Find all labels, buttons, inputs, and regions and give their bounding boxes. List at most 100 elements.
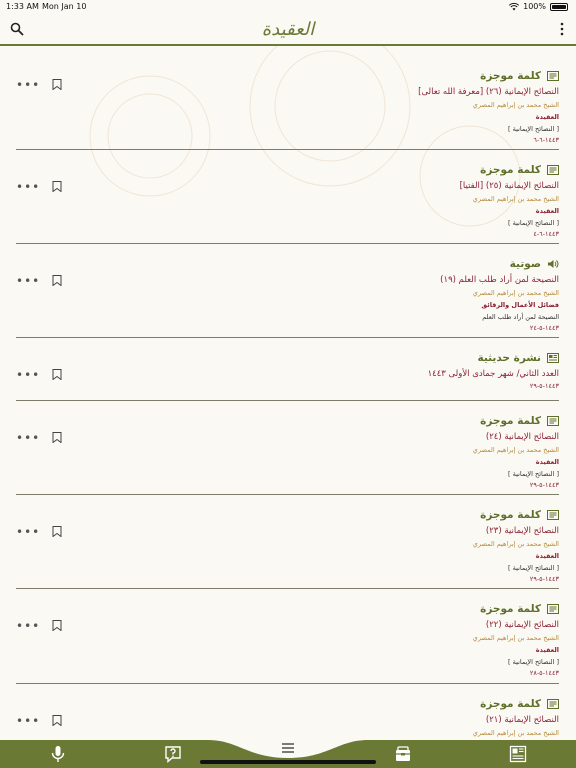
item-date: ١٤٤٣-٦-٤ [533,230,559,238]
battery-icon [550,2,568,11]
item-title[interactable]: النصائح الإيمانية (٢٤) [473,432,559,442]
item-author[interactable]: الشيخ محمد بن إبراهيم المصري [418,101,559,109]
bookmark-icon[interactable] [52,369,62,380]
text-doc-icon [547,416,559,426]
menu-icon[interactable] [279,740,297,758]
item-type-row: كلمة موجزة [473,696,559,712]
item-series[interactable]: [ النصائح الإيمانية ] [473,658,559,666]
bookmark-icon[interactable] [52,275,62,286]
item-actions: ••• [16,432,62,444]
more-options-icon[interactable]: ••• [16,275,40,287]
more-options-icon[interactable]: ••• [16,715,40,727]
app-logo: العقيدة [261,19,315,40]
item-series[interactable]: [ النصائح الإيمانية ] [460,219,559,227]
item-actions: ••• [16,715,62,727]
archive-icon[interactable] [394,745,412,763]
item-series[interactable]: [ النصائح الإيمانية ] [418,125,559,133]
item-content: كلمة موجزة النصائح الإيمانية (٢٦) [معرفة… [418,68,559,144]
item-title[interactable]: العدد الثاني/ شهر جمادى الأولى ١٤٤٣ [428,369,559,379]
item-author[interactable]: الشيخ محمد بن إبراهيم المصري [460,195,559,203]
content-list[interactable]: كلمة موجزة النصائح الإيمانية (٢٦) [معرفة… [0,48,576,740]
item-title[interactable]: النصائح الإيمانية (٢١) [473,715,559,725]
mic-icon[interactable] [49,745,67,763]
more-options-icon[interactable]: ••• [16,526,40,538]
more-vertical-icon[interactable] [558,22,566,36]
item-title[interactable]: النصيحة لمن أراد طلب العلم (١٩) [440,275,559,285]
item-type-row: نشرة حديثية [428,350,559,366]
item-date: ١٤٤٣-٥-٢٨ [529,669,559,677]
item-type-row: كلمة موجزة [460,162,559,178]
item-type: نشرة حديثية [477,352,541,364]
list-item[interactable]: كلمة موجزة النصائح الإيمانية (٢٣) الشيخ … [16,495,559,589]
item-author[interactable]: الشيخ محمد بن إبراهيم المصري [473,540,559,548]
item-category[interactable]: العقيدة [473,458,559,466]
item-author[interactable]: الشيخ محمد بن إبراهيم المصري [473,634,559,642]
more-options-icon[interactable]: ••• [16,369,40,381]
item-content: كلمة موجزة النصائح الإيمانية (٢٤) الشيخ … [473,413,559,489]
status-date: Mon Jan 10 [42,2,87,11]
item-series[interactable]: [ النصائح الإيمانية ] [473,470,559,478]
item-type-row: كلمة موجزة [418,68,559,84]
home-indicator [200,760,376,764]
list-item[interactable]: صوتية النصيحة لمن أراد طلب العلم (١٩) ال… [16,244,559,338]
more-options-icon[interactable]: ••• [16,181,40,193]
item-category[interactable]: العقيدة [473,552,559,560]
item-type: كلمة موجزة [480,698,541,710]
text-doc-icon [547,510,559,520]
item-content: كلمة موجزة النصائح الإيمانية (٢٢) الشيخ … [473,601,559,677]
item-series[interactable]: [ النصائح الإيمانية ] [473,564,559,572]
item-content: صوتية النصيحة لمن أراد طلب العلم (١٩) ال… [440,256,559,332]
item-title[interactable]: النصائح الإيمانية (٢٦) [معرفة الله تعالى… [418,87,559,97]
item-author[interactable]: الشيخ محمد بن إبراهيم المصري [440,289,559,297]
item-category[interactable]: العقيدة [460,207,559,215]
item-title[interactable]: النصائح الإيمانية (٢٢) [473,620,559,630]
text-doc-icon [547,699,559,709]
item-category[interactable]: العقيدة [418,113,559,121]
bookmark-icon[interactable] [52,620,62,631]
item-category[interactable]: فضائل الأعمال والرقائق [440,301,559,309]
newspaper-icon[interactable] [509,745,527,763]
app-header: العقيدة [0,14,576,46]
list-item[interactable]: كلمة موجزة النصائح الإيمانية (٢٥) [الفتي… [16,150,559,244]
item-series[interactable]: النصيحة لمن أراد طلب العلم [440,313,559,321]
item-type-row: كلمة موجزة [473,413,559,429]
item-type: كلمة موجزة [480,509,541,521]
item-date: ١٤٤٣-٥-٢٩ [529,382,559,390]
list-item[interactable]: نشرة حديثية العدد الثاني/ شهر جمادى الأو… [16,338,559,401]
item-content: نشرة حديثية العدد الثاني/ شهر جمادى الأو… [428,350,559,390]
more-options-icon[interactable]: ••• [16,620,40,632]
item-author[interactable]: الشيخ محمد بن إبراهيم المصري [473,446,559,454]
item-type: كلمة موجزة [480,415,541,427]
item-actions: ••• [16,526,62,538]
item-actions: ••• [16,369,62,381]
battery-percent: 100% [523,2,546,11]
list-item[interactable]: كلمة موجزة النصائح الإيمانية (٢٦) [معرفة… [16,48,559,150]
item-actions: ••• [16,181,62,193]
bookmark-icon[interactable] [52,715,62,726]
item-category[interactable]: العقيدة [473,646,559,654]
list-item[interactable]: كلمة موجزة النصائح الإيمانية (٢٢) الشيخ … [16,589,559,684]
item-type: كلمة موجزة [480,603,541,615]
bookmark-icon[interactable] [52,181,62,192]
more-options-icon[interactable]: ••• [16,432,40,444]
bookmark-icon[interactable] [52,432,62,443]
item-type-row: صوتية [440,256,559,272]
bookmark-icon[interactable] [52,79,62,90]
item-title[interactable]: النصائح الإيمانية (٢٣) [473,526,559,536]
question-icon[interactable] [164,745,182,763]
text-doc-icon [547,165,559,175]
item-date: ١٤٤٣-٥-٢٤ [529,324,559,332]
item-type-row: كلمة موجزة [473,507,559,523]
bookmark-icon[interactable] [52,526,62,537]
item-title[interactable]: النصائح الإيمانية (٢٥) [الفتيا] [460,181,559,191]
list-item[interactable]: كلمة موجزة النصائح الإيمانية (٢٤) الشيخ … [16,401,559,495]
text-doc-icon [547,71,559,81]
wifi-icon [509,2,520,10]
list-item[interactable]: كلمة موجزة النصائح الإيمانية (٢١) الشيخ … [16,684,559,740]
search-icon[interactable] [10,22,24,36]
more-options-icon[interactable]: ••• [16,79,40,91]
item-date: ١٤٤٣-٥-٢٩ [529,575,559,583]
item-author[interactable]: الشيخ محمد بن إبراهيم المصري [473,729,559,737]
item-type: صوتية [509,258,541,270]
item-type: كلمة موجزة [480,70,541,82]
